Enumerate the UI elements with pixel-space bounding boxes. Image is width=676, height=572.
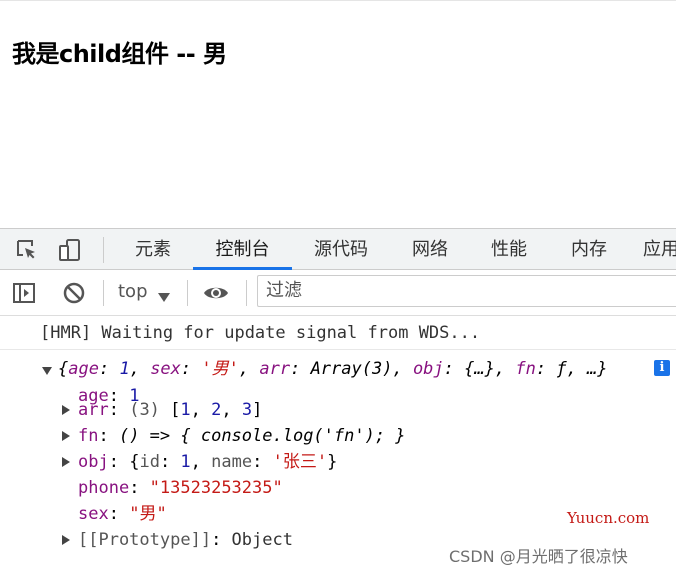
prop-prototype[interactable]: [[Prototype]]: Object (78, 528, 293, 552)
filter-input[interactable]: 过滤 (257, 275, 676, 307)
prop-arr-close: ] (252, 400, 263, 420)
context-selector[interactable]: top (118, 280, 148, 304)
page-heading: 我是child组件 -- 男 (12, 40, 227, 68)
context-dropdown-icon[interactable] (158, 288, 170, 307)
expand-prototype-icon[interactable] (62, 535, 70, 545)
info-icon[interactable]: i (654, 360, 670, 376)
tab-console[interactable]: 控制台 (193, 229, 292, 270)
live-expression-eye-icon[interactable] (202, 281, 230, 305)
tab-elements[interactable]: 元素 (125, 229, 181, 270)
toolbar-divider-1 (103, 280, 104, 306)
prop-arr-v3: 3 (241, 400, 253, 420)
summary-age-key: age (68, 359, 99, 379)
prop-sex: sex: "男" (78, 504, 167, 524)
summary-fn-value: ƒ (556, 359, 567, 379)
prop-fn[interactable]: fn: () => { console.log('fn'); } (78, 424, 406, 448)
prop-obj-name-value: '张三' (272, 452, 328, 472)
prop-phone-value: "13523253235" (149, 478, 283, 498)
summary-fn-key: fn (515, 359, 536, 379)
prop-fn-key: fn (78, 426, 99, 446)
csdn-watermark: CSDN @月光晒了很凉快 (449, 547, 628, 566)
summary-arr-key: arr (259, 359, 291, 379)
prop-obj-name-key: name (211, 452, 253, 472)
prop-arr[interactable]: arr: (3) [1, 2, 3] (78, 398, 262, 422)
site-watermark: Yuucn.com (567, 509, 650, 527)
console-message-row: [HMR] Waiting for update signal from WDS… (0, 316, 676, 350)
prop-arr-v2: 2 (211, 400, 222, 420)
toolbar-divider-2 (187, 280, 188, 306)
prop-prototype-key: [[Prototype]] (78, 530, 212, 550)
expand-fn-icon[interactable] (62, 431, 70, 441)
hmr-message: [HMR] Waiting for update signal from WDS… (40, 323, 481, 343)
summary-arr-value: Array(3) (310, 359, 393, 379)
top-border (0, 0, 676, 1)
prop-obj-close: } (327, 452, 338, 472)
tab-memory[interactable]: 内存 (561, 229, 617, 270)
prop-arr-length: (3) (129, 400, 160, 420)
prop-arr-key: arr (78, 400, 109, 420)
tab-network[interactable]: 网络 (402, 229, 458, 270)
prop-sex-value: "男" (129, 504, 167, 524)
prop-phone-key: phone (78, 478, 130, 498)
prop-sex-key: sex (78, 504, 109, 524)
toolbar-divider-3 (246, 280, 247, 306)
tab-sources[interactable]: 源代码 (305, 229, 377, 270)
expand-arr-icon[interactable] (62, 405, 70, 415)
console-output: [HMR] Waiting for update signal from WDS… (0, 316, 676, 572)
summary-age-value: 1 (119, 359, 130, 379)
clear-console-icon[interactable] (62, 281, 86, 305)
prop-obj-open: { (129, 452, 140, 472)
summary-brace: { (58, 359, 69, 379)
summary-sex-value: '男' (201, 359, 239, 379)
prop-obj[interactable]: obj: {id: 1, name: '张三'} (78, 450, 337, 474)
inspect-element-icon[interactable] (15, 238, 39, 262)
summary-obj-key: obj (412, 359, 444, 379)
summary-obj-value: {…} (464, 359, 495, 379)
summary-sex-key: sex (150, 359, 181, 379)
prop-fn-value: () => { console.log('fn'); } (118, 426, 406, 446)
tab-application[interactable]: 应用 (643, 229, 676, 270)
expand-obj-icon[interactable] (62, 457, 70, 467)
sidebar-toggle-icon[interactable] (12, 281, 36, 305)
tab-performance[interactable]: 性能 (481, 229, 537, 270)
prop-obj-id-key: id (139, 452, 160, 472)
summary-ellipsis: …} (587, 359, 608, 379)
prop-arr-v1: 1 (180, 400, 191, 420)
prop-arr-open: [ (170, 400, 181, 420)
prop-obj-key: obj (78, 452, 109, 472)
tabbar-divider (103, 237, 104, 263)
prop-phone: phone: "13523253235" (78, 478, 283, 498)
device-toolbar-icon[interactable] (58, 238, 82, 262)
object-summary[interactable]: {age: 1, sex: '男', arr: Array(3), obj: {… (58, 357, 608, 381)
prop-prototype-value: Object (231, 530, 293, 550)
collapse-triangle-icon[interactable] (42, 367, 52, 375)
console-toolbar: top 过滤 (0, 270, 676, 316)
prop-obj-id-value: 1 (180, 452, 191, 472)
devtools-tabbar: 元素 控制台 源代码 网络 性能 内存 应用 (0, 228, 676, 270)
